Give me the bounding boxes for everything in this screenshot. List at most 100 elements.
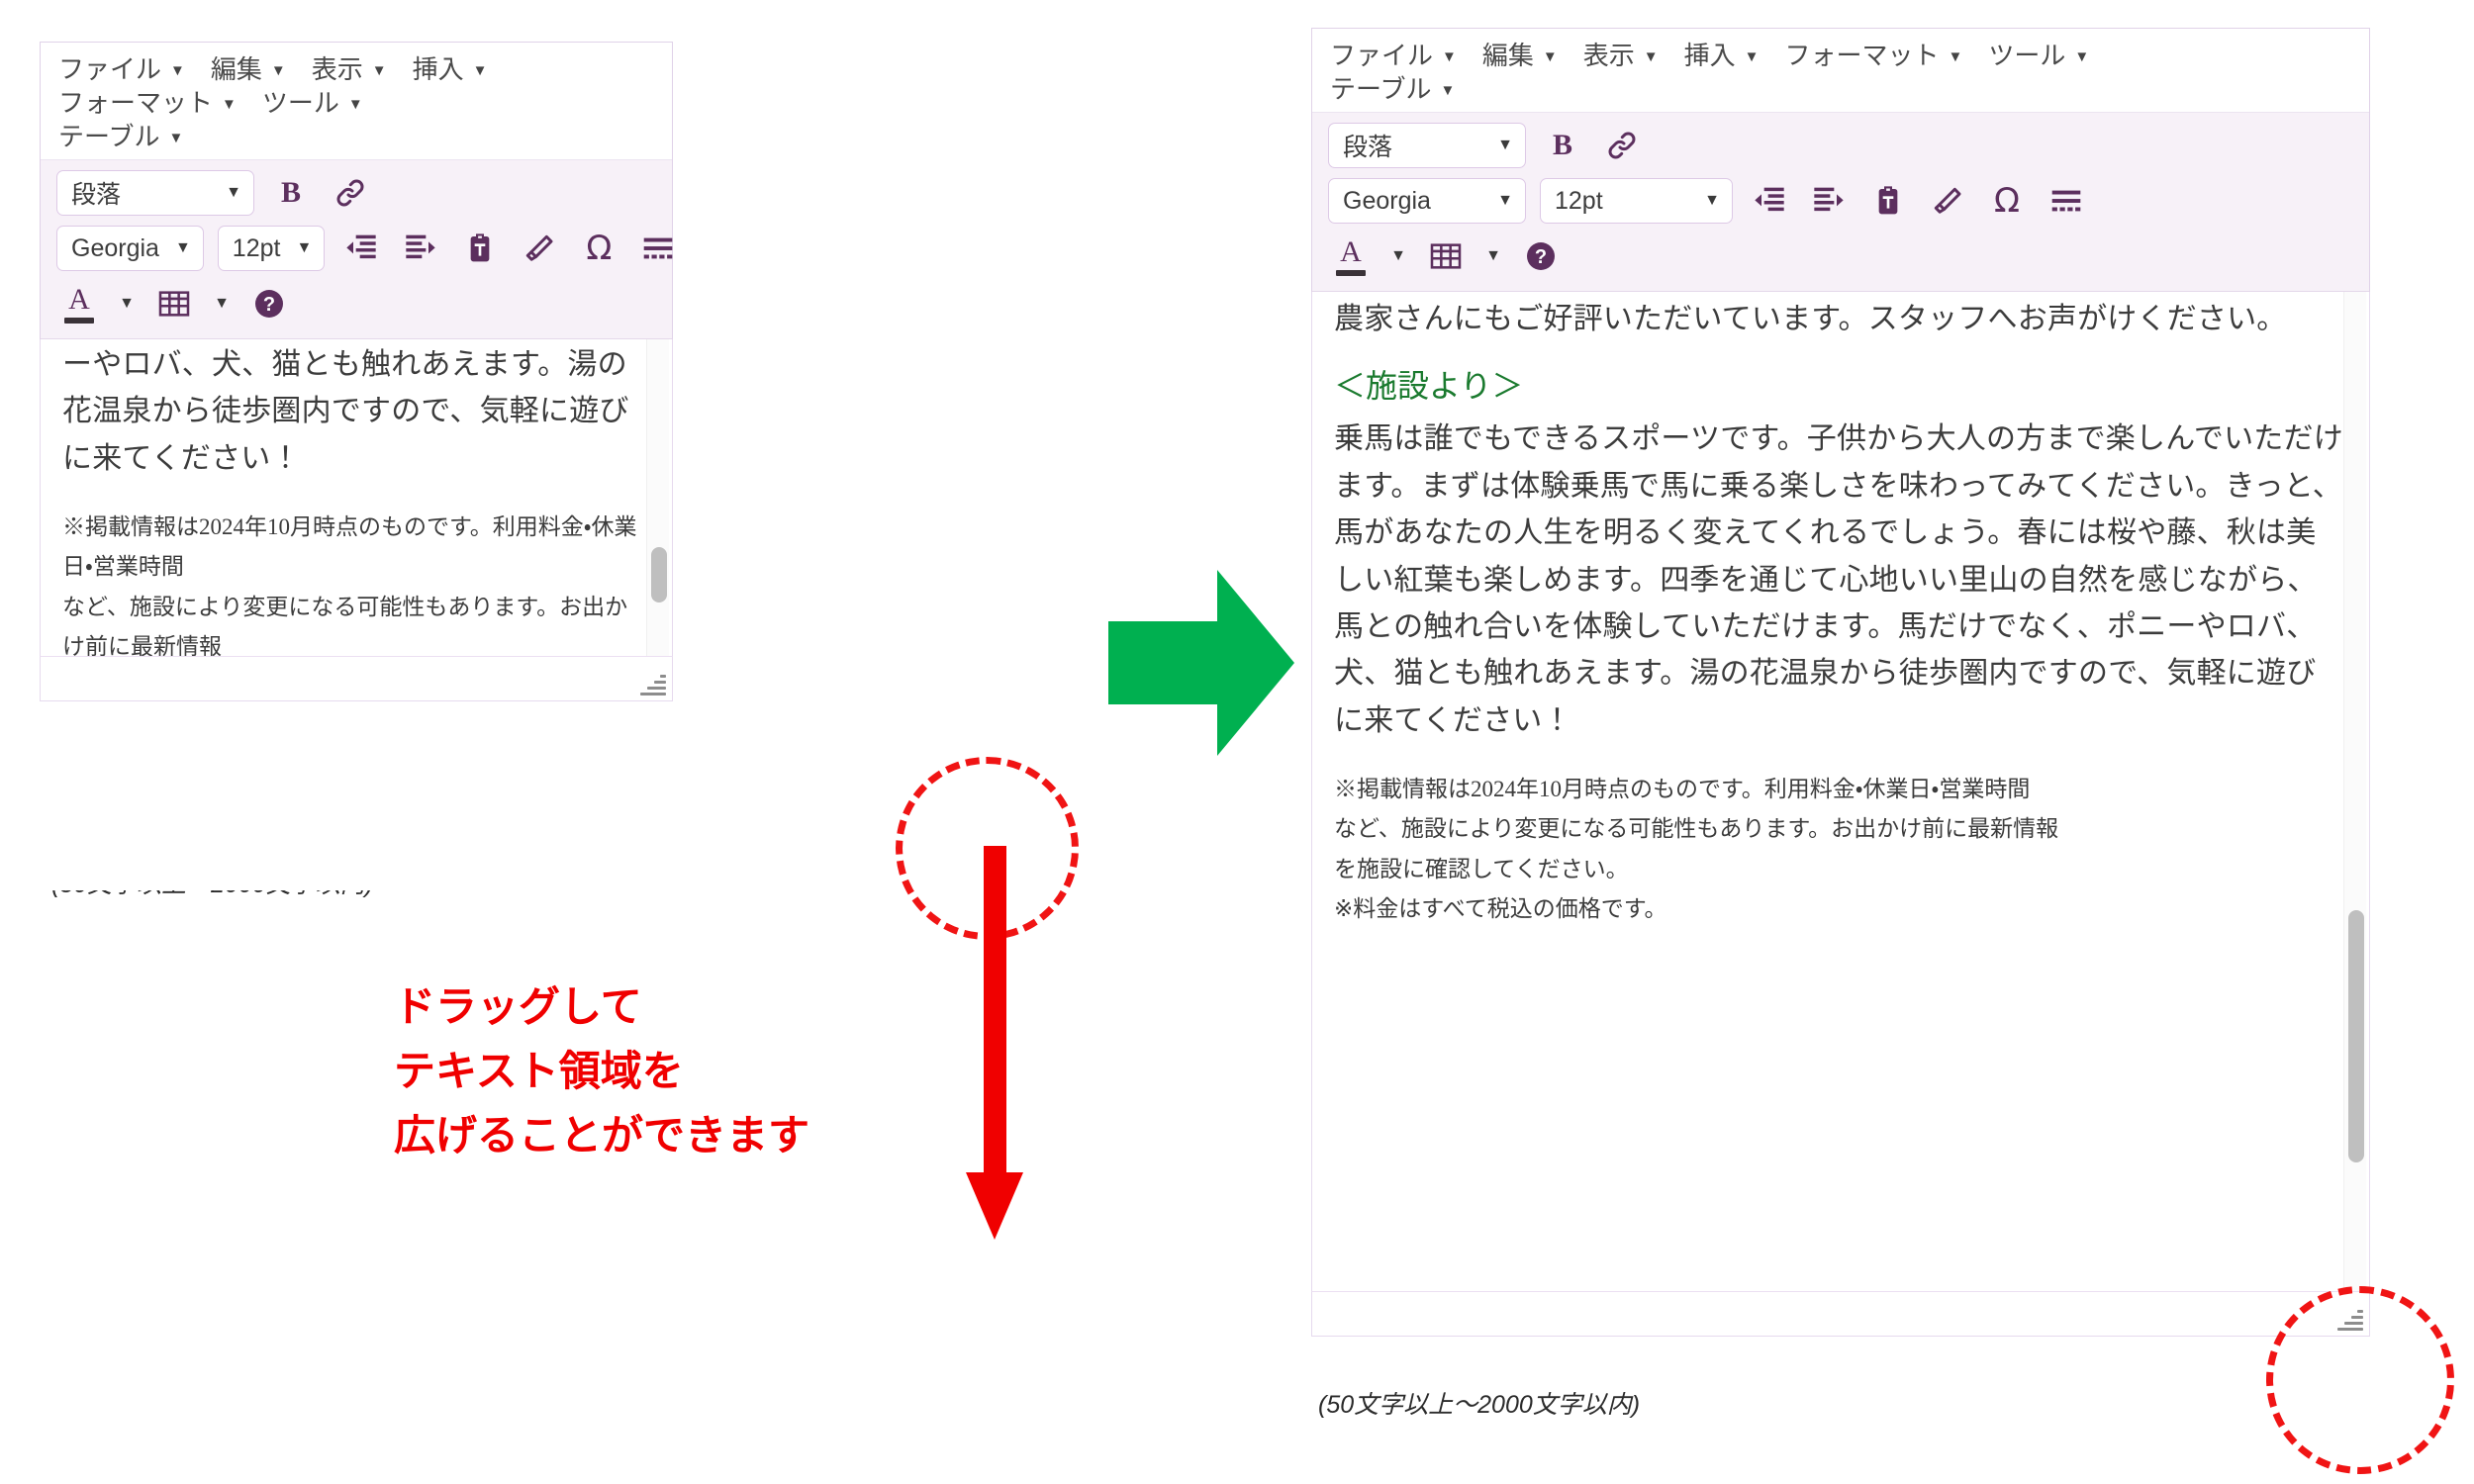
menu-item-table-label: テーブル (1330, 74, 1432, 104)
left-resize-handle[interactable] (640, 674, 666, 696)
indent-decrease-icon[interactable] (1747, 178, 1792, 224)
menu-item-format[interactable]: フォーマット ▼ (58, 90, 237, 116)
font-family-select[interactable]: Georgia ▼ (56, 226, 204, 271)
menu-item-edit-label: 編集 (1481, 41, 1534, 70)
chevron-down-icon: ▼ (1643, 47, 1659, 65)
text-color-letter: A (68, 282, 90, 316)
bold-button[interactable]: B (268, 170, 314, 216)
chevron-down-icon: ▼ (170, 61, 185, 79)
table-chevron-down-icon[interactable]: ▼ (211, 295, 233, 313)
menu-item-tools[interactable]: ツール ▼ (1988, 43, 2089, 68)
left-document-area[interactable]: ーやロバ、犬、猫とも触れあえます。湯の花温泉から徒歩圏内ですので、気軽に遊びに来… (40, 339, 673, 656)
right-document-content[interactable]: 農家さんにもご好評いただいています。スタッフへお声がけください。 ＜施設より＞ … (1312, 292, 2369, 937)
font-family-select[interactable]: Georgia ▼ (1328, 178, 1526, 224)
right-note-line-4: ※料金はすべて税込の価格です。 (1334, 895, 1667, 921)
menu-item-tools-label: ツール (1988, 41, 2066, 70)
table-icon[interactable] (151, 281, 197, 326)
chevron-down-icon: ▼ (168, 129, 184, 146)
drag-hint-line-2: テキスト領域を (394, 1048, 684, 1095)
left-scrollbar-thumb[interactable] (651, 547, 667, 603)
text-color-icon[interactable]: A (56, 281, 102, 326)
menu-item-table-label: テーブル (58, 122, 160, 151)
menu-item-view[interactable]: 表示 ▼ (1583, 43, 1659, 68)
text-color-swatch (64, 317, 94, 324)
flow-arrow-icon (1108, 564, 1296, 762)
right-note-line-3: を施設に確認してください。 (1334, 856, 1629, 881)
text-color-chevron-down-icon[interactable]: ▼ (1387, 247, 1409, 265)
clear-formatting-icon[interactable] (1925, 178, 1970, 224)
text-color-icon[interactable]: A (1328, 233, 1374, 279)
menu-item-file-label: ファイル (1330, 41, 1434, 70)
chevron-down-icon: ▼ (270, 61, 286, 79)
left-editor-panel: ファイル ▼ 編集 ▼ 表示 ▼ 挿入 ▼ フォーマット ▼ ツール ▼ テーブ… (40, 42, 673, 701)
left-scrollbar-track[interactable] (646, 339, 669, 656)
chevron-down-icon: ▼ (226, 184, 241, 201)
horizontal-rule-icon[interactable] (635, 226, 681, 271)
menu-item-insert[interactable]: 挿入 ▼ (1684, 43, 1760, 68)
right-note-line-2: など、施設により変更になる可能性もあります。お出かけ前に最新情報 (1334, 816, 2059, 842)
menu-item-view-label: 表示 (1582, 41, 1635, 70)
menu-item-format-label: フォーマット (58, 88, 214, 118)
table-icon[interactable] (1423, 233, 1469, 279)
text-color-chevron-down-icon[interactable]: ▼ (116, 295, 138, 313)
chevron-down-icon: ▼ (1497, 137, 1513, 153)
table-chevron-down-icon[interactable]: ▼ (1482, 247, 1504, 265)
right-editor-footer (1311, 1291, 2370, 1337)
right-scrollbar-thumb[interactable] (2348, 910, 2364, 1162)
menu-item-edit-label: 編集 (210, 54, 262, 84)
right-document-area[interactable]: 農家さんにもご好評いただいています。スタッフへお声がけください。 ＜施設より＞ … (1311, 292, 2370, 1291)
help-icon[interactable]: ? (246, 281, 292, 326)
link-icon[interactable] (328, 170, 373, 216)
toolbar-row-3: A ▼ ▼ ? (56, 281, 656, 326)
toolbar-row-2: Georgia ▼ 12pt ▼ Ω (56, 226, 673, 271)
help-icon[interactable]: ? (1518, 233, 1564, 279)
right-editor-chrome: ファイル ▼ 編集 ▼ 表示 ▼ 挿入 ▼ フォーマット ▼ ツール ▼ テーブ… (1311, 28, 2370, 292)
chevron-down-icon: ▼ (1497, 192, 1513, 209)
indent-increase-icon[interactable] (398, 226, 443, 271)
right-paragraph-main: 乗馬は誰でもできるスポーツです。子供から大人の方まで楽しんでいただけます。まずは… (1334, 422, 2343, 737)
font-size-value: 12pt (232, 233, 281, 262)
left-note-paragraph: ※掲載情報は2024年10月時点のものです。利用料金・休業日・営業時間 など、施… (62, 508, 646, 656)
link-icon[interactable] (1599, 123, 1645, 168)
text-color-swatch (1336, 269, 1366, 276)
menu-item-view[interactable]: 表示 ▼ (312, 56, 387, 82)
indent-decrease-icon[interactable] (338, 226, 384, 271)
paragraph-style-value: 段落 (1343, 134, 1393, 161)
left-document-content[interactable]: ーやロバ、犬、猫とも触れあえます。湯の花温泉から徒歩圏内ですので、気軽に遊びに来… (41, 339, 672, 656)
menu-item-insert[interactable]: 挿入 ▼ (413, 56, 488, 82)
clear-formatting-icon[interactable] (517, 226, 562, 271)
svg-text:?: ? (1535, 246, 1547, 268)
paragraph-style-select[interactable]: 段落 ▼ (1328, 123, 1526, 168)
menu-item-edit[interactable]: 編集 ▼ (1482, 43, 1558, 68)
font-size-select[interactable]: 12pt ▼ (1540, 178, 1733, 224)
bold-label: B (1552, 129, 1572, 161)
paste-as-text-icon[interactable] (1865, 178, 1911, 224)
right-note-paragraph: ※掲載情報は2024年10月時点のものです。利用料金・休業日・営業時間 など、施… (1334, 770, 2343, 929)
toolbar: 段落 ▼ B Georgia ▼ 12pt ▼ Ω A ▼ ▼ ? (1312, 113, 2369, 292)
chevron-down-icon: ▼ (1704, 192, 1720, 209)
right-editor-panel: ファイル ▼ 編集 ▼ 表示 ▼ 挿入 ▼ フォーマット ▼ ツール ▼ テーブ… (1311, 28, 2370, 1337)
chevron-down-icon: ▼ (1744, 47, 1760, 65)
menu-item-tools-label: ツール (261, 88, 339, 118)
menu-item-table[interactable]: テーブル ▼ (1330, 76, 2351, 102)
paste-as-text-icon[interactable] (457, 226, 503, 271)
menu-item-file[interactable]: ファイル ▼ (1330, 43, 1457, 68)
special-character-icon[interactable]: Ω (576, 226, 621, 271)
bold-button[interactable]: B (1540, 123, 1585, 168)
special-character-icon[interactable]: Ω (1984, 178, 2030, 224)
chevron-down-icon: ▼ (174, 239, 191, 256)
horizontal-rule-icon[interactable] (2044, 178, 2089, 224)
menubar: ファイル ▼ 編集 ▼ 表示 ▼ 挿入 ▼ フォーマット ▼ ツール ▼ テーブ… (41, 43, 672, 160)
menu-item-tools[interactable]: ツール ▼ (262, 90, 363, 116)
chevron-down-icon: ▼ (1542, 47, 1558, 65)
menu-item-table[interactable]: テーブル ▼ (58, 124, 654, 149)
indent-increase-icon[interactable] (1806, 178, 1852, 224)
text-color-letter: A (1340, 234, 1362, 268)
paragraph-style-select[interactable]: 段落 ▼ (56, 170, 254, 216)
menu-item-edit[interactable]: 編集 ▼ (211, 56, 286, 82)
toolbar-row-3: A ▼ ▼ ? (1328, 233, 2353, 279)
font-size-select[interactable]: 12pt ▼ (217, 226, 326, 271)
menu-item-file[interactable]: ファイル ▼ (58, 56, 185, 82)
menu-item-format[interactable]: フォーマット ▼ (1785, 43, 1963, 68)
right-section-heading: ＜施設より＞ (1334, 368, 1524, 405)
